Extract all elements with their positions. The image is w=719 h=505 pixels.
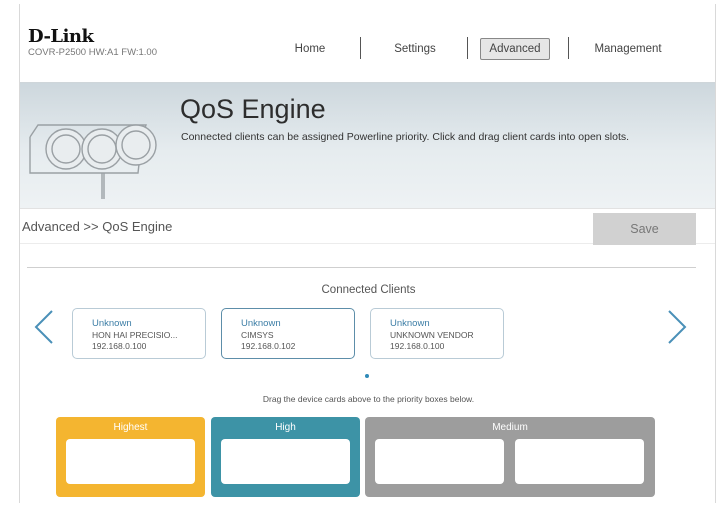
priority-label: Highest bbox=[113, 422, 148, 433]
client-vendor: UNKNOWN VENDOR bbox=[390, 330, 474, 340]
client-vendor: HON HAI PRECISIO... bbox=[92, 330, 178, 340]
client-name: Unknown bbox=[241, 318, 281, 329]
priority-label: High bbox=[275, 422, 296, 433]
priority-slot[interactable] bbox=[375, 439, 504, 484]
drag-hint: Drag the device cards above to the prior… bbox=[262, 394, 475, 404]
client-card[interactable]: Unknown HON HAI PRECISIO... 192.168.0.10… bbox=[72, 308, 206, 359]
page-banner: QoS Engine Connected clients can be assi… bbox=[20, 82, 715, 208]
nav-home[interactable]: Home bbox=[280, 37, 340, 61]
chevron-left-icon[interactable] bbox=[32, 309, 56, 345]
priority-slot[interactable] bbox=[515, 439, 644, 484]
priority-box-medium: Medium bbox=[365, 417, 655, 497]
client-name: Unknown bbox=[390, 318, 430, 329]
page-description: Connected clients can be assigned Powerl… bbox=[181, 131, 630, 143]
traffic-light-illustration bbox=[29, 124, 157, 199]
chevron-right-icon[interactable] bbox=[665, 309, 689, 345]
nav-separator bbox=[360, 37, 361, 59]
priority-slot[interactable] bbox=[66, 439, 195, 484]
save-button[interactable]: Save bbox=[593, 213, 696, 245]
connected-clients-title: Connected Clients bbox=[321, 284, 416, 296]
breadcrumb: Advanced >> QoS Engine bbox=[22, 219, 173, 234]
page-title: QoS Engine bbox=[180, 94, 326, 124]
nav-management[interactable]: Management bbox=[588, 37, 668, 61]
nav-separator bbox=[467, 37, 468, 59]
client-name: Unknown bbox=[92, 318, 132, 329]
client-card[interactable]: Unknown CIMSYS 192.168.0.102 bbox=[221, 308, 355, 359]
priority-box-high: High bbox=[211, 417, 360, 497]
nav-advanced[interactable]: Advanced bbox=[480, 38, 550, 60]
client-ip: 192.168.0.102 bbox=[241, 340, 296, 351]
priority-label: Medium bbox=[492, 422, 528, 433]
priority-box-highest: Highest bbox=[56, 417, 205, 497]
dlink-logo: D-Link bbox=[28, 26, 94, 47]
section-divider bbox=[27, 267, 696, 268]
client-ip: 192.168.0.100 bbox=[92, 340, 147, 351]
nav-separator bbox=[568, 37, 569, 59]
client-vendor: CIMSYS bbox=[241, 330, 274, 340]
client-card[interactable]: Unknown UNKNOWN VENDOR 192.168.0.100 bbox=[370, 308, 504, 359]
model-info: COVR-P2500 HW:A1 FW:1.00 bbox=[28, 47, 158, 58]
carousel-page-indicator[interactable] bbox=[365, 374, 369, 378]
client-ip: 192.168.0.100 bbox=[390, 340, 445, 351]
page-frame: D-Link COVR-P2500 HW:A1 FW:1.00 Home Set… bbox=[19, 4, 716, 503]
breadcrumb-bar: Advanced >> QoS Engine Save bbox=[20, 208, 715, 245]
priority-slot[interactable] bbox=[221, 439, 350, 484]
header: D-Link COVR-P2500 HW:A1 FW:1.00 Home Set… bbox=[20, 4, 715, 82]
nav-settings[interactable]: Settings bbox=[380, 37, 450, 61]
